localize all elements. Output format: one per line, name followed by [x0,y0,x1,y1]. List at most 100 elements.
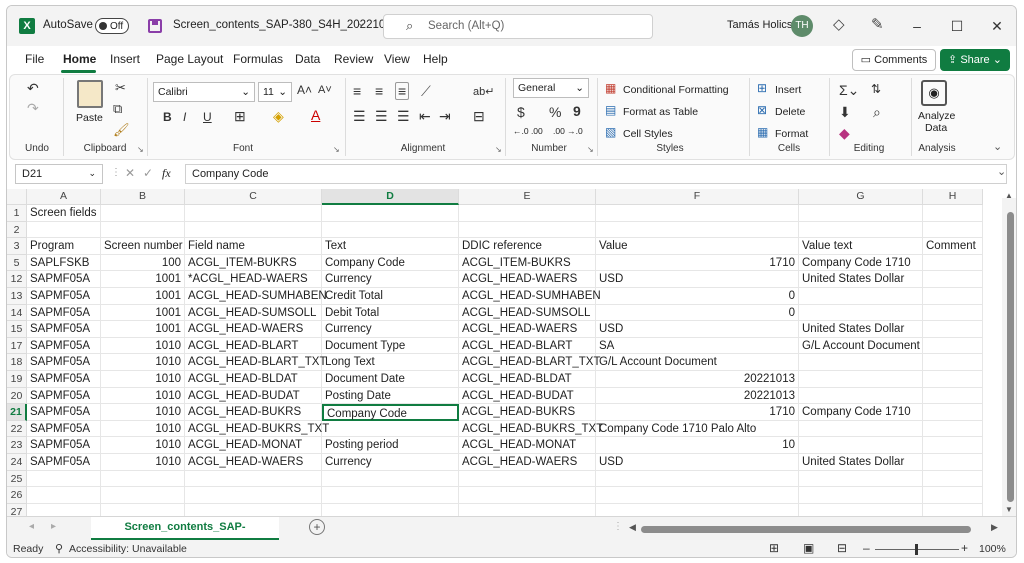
grid-cell[interactable]: USD [596,271,799,288]
tab-help[interactable]: Help [423,52,448,66]
grid-cell[interactable]: ACGL_HEAD-BUKRS_TXT [459,420,603,438]
diamond-icon[interactable]: ◇ [833,15,845,33]
cancel-entry-icon[interactable]: ✕ [125,166,135,180]
grid-cell[interactable]: 100 [101,254,185,272]
grid-cell[interactable] [596,503,799,516]
tab-split-handle-icon[interactable]: ⋮ [613,521,623,532]
row-header[interactable]: 17 [7,337,27,355]
grid-cell[interactable]: ACGL_HEAD-WAERS [459,454,596,471]
grid-cell[interactable]: Document Type [322,337,459,355]
grid-cell[interactable] [923,288,983,305]
grid-cell[interactable] [923,354,983,371]
grid-cell[interactable]: Company Code 1710 [799,254,923,272]
zoom-slider-thumb[interactable] [915,544,918,555]
sort-filter-icon[interactable]: ⇅ [871,82,881,96]
confirm-entry-icon[interactable]: ✓ [143,166,153,180]
grid-cell[interactable] [596,221,799,239]
dialog-launcher-icon[interactable]: ↘ [495,145,502,154]
align-right-icon[interactable]: ☰ [397,108,410,125]
grid-cell[interactable]: 1001 [101,271,185,288]
grid-cell[interactable]: Company Code 1710 [799,404,923,421]
pen-icon[interactable]: ✎ [871,15,884,33]
decrease-decimal-button[interactable]: .00 →.0 [553,126,583,136]
hscroll-right-icon[interactable]: ▶ [991,522,998,533]
row-header[interactable]: 18 [7,354,27,371]
format-cells-button[interactable]: Format [775,128,808,140]
zoom-out-icon[interactable]: – [863,541,870,555]
page-layout-view-icon[interactable]: ▣ [803,541,814,555]
font-name-dropdown[interactable]: Calibri ⌄ [153,82,255,102]
redo-icon[interactable]: ↷ [27,100,39,117]
grid-cell[interactable]: 1001 [101,304,185,322]
grid-cell[interactable] [799,420,923,438]
grid-cell[interactable] [459,221,596,239]
column-header-a[interactable]: A [27,189,101,205]
search-box[interactable]: ⌕ Search (Alt+Q) [383,14,653,39]
grid-cell[interactable]: United States Dollar [799,321,923,338]
grid-cell[interactable] [322,503,459,516]
maximize-button[interactable]: ☐ [947,16,967,36]
grid-cell[interactable]: 1710 [596,404,799,421]
grid-cell[interactable] [799,437,923,454]
decrease-indent-icon[interactable]: ⇤ [419,108,431,125]
grid-cell[interactable] [923,321,983,338]
grid-cell[interactable]: SAPMF05A [27,454,101,471]
grid-cell[interactable]: SAPMF05A [27,371,101,388]
row-header[interactable]: 19 [7,371,27,388]
grid-cell[interactable] [459,470,596,488]
column-header-e[interactable]: E [459,189,596,205]
underline-button[interactable]: U [203,110,212,124]
expand-formula-icon[interactable]: ⌄ [997,165,1006,178]
tab-formulas[interactable]: Formulas [233,52,283,66]
fill-icon[interactable]: ⬇ [839,104,851,121]
grid-cell[interactable] [923,470,983,488]
grid-cell[interactable] [799,387,923,405]
grid-cell[interactable]: SAPMF05A [27,321,101,338]
percent-button[interactable]: % [549,104,561,120]
grid-cell[interactable]: ACGL_HEAD-SUMSOLL [185,304,322,322]
grid-cell[interactable]: SAPLFSKB [27,254,101,272]
delete-cells-button[interactable]: Delete [775,106,805,118]
grid-cell[interactable] [799,288,923,305]
column-header-d[interactable]: D [322,189,459,205]
autosave-toggle[interactable]: Off [95,18,129,34]
grid-cell[interactable]: *ACGL_HEAD-WAERS [185,271,322,288]
column-header-h[interactable]: H [923,189,983,205]
grid-cell[interactable]: 20221013 [596,387,799,405]
grid-cell[interactable] [185,221,322,239]
analyze-data-label[interactable]: Analyze [918,110,955,122]
grid-cell[interactable]: ACGL_ITEM-BUKRS [185,254,322,272]
align-top-icon[interactable]: ≡ [353,83,361,99]
scroll-up-icon[interactable]: ▲ [1005,191,1013,200]
grid-cell[interactable]: 1001 [101,288,185,305]
grid-cell[interactable] [923,487,983,504]
undo-icon[interactable]: ↶ [27,80,39,97]
grid-cell[interactable] [185,470,322,488]
grid-cell[interactable] [322,221,459,239]
grid-cell[interactable] [799,470,923,488]
currency-button[interactable]: $ [517,104,525,120]
tab-insert[interactable]: Insert [110,52,140,66]
grid-cell[interactable] [923,337,983,355]
grid-cell[interactable]: SAPMF05A [27,420,101,438]
scroll-left-icon[interactable]: ◂ [29,521,34,532]
clear-icon[interactable]: ◆ [839,125,850,142]
grid-cell[interactable]: Program [27,238,101,255]
grid-cell[interactable]: 1010 [101,437,185,454]
row-header[interactable]: 1 [7,205,27,222]
align-bottom-icon[interactable]: ≡ [395,82,410,100]
add-sheet-icon[interactable]: + [309,519,325,535]
align-center-icon[interactable]: ☰ [375,108,388,125]
grid-cell[interactable] [27,221,101,239]
grid-cell[interactable]: ACGL_HEAD-WAERS [185,321,322,338]
dialog-launcher-icon[interactable]: ↘ [587,145,594,154]
close-button[interactable]: ✕ [987,16,1007,36]
row-header[interactable]: 26 [7,487,27,504]
select-all-corner[interactable] [7,189,27,205]
grid-cell[interactable] [923,404,983,421]
grid-cell[interactable] [923,454,983,471]
grid-cell[interactable] [923,371,983,388]
grid-cell[interactable]: 1010 [101,354,185,371]
row-header[interactable]: 3 [7,238,27,255]
save-icon[interactable] [148,19,162,33]
